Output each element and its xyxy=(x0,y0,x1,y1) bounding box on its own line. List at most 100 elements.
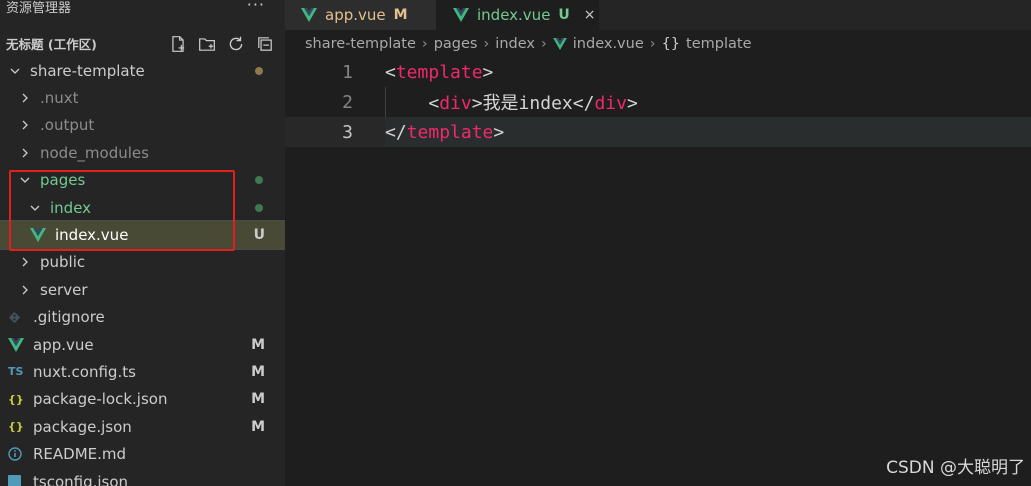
tree-item[interactable]: {} package-lock.json M xyxy=(0,386,285,413)
breadcrumb-item[interactable]: share-template xyxy=(305,36,416,52)
tree-item[interactable]: .nuxt xyxy=(0,84,285,111)
braces-icon: {} xyxy=(661,36,681,52)
code-token: </ xyxy=(572,93,595,114)
ellipsis-icon[interactable]: ··· xyxy=(247,0,265,14)
new-file-icon[interactable] xyxy=(166,33,190,55)
explorer-title: 资源管理器 xyxy=(6,1,72,16)
tab-index-vue[interactable]: index.vue U × xyxy=(437,0,599,30)
code-line[interactable]: 3 </template> xyxy=(285,117,1031,147)
tree-item[interactable]: tsconfig.json xyxy=(0,468,285,486)
new-folder-icon[interactable] xyxy=(195,33,219,55)
tree-item[interactable]: app.vue M xyxy=(0,331,285,358)
code-editor[interactable]: 1 <template> 2 <div>我是index</div> 3 </templa… xyxy=(285,57,1031,486)
breadcrumb: share-template › pages › index › index.v… xyxy=(305,31,752,57)
tree-item-label: package-lock.json xyxy=(33,390,168,409)
collapse-all-icon[interactable] xyxy=(253,33,277,55)
tree-item[interactable]: public xyxy=(0,249,285,276)
tree-item[interactable]: .output xyxy=(0,112,285,139)
git-status-badge: U xyxy=(253,227,265,244)
tree-item-label: node_modules xyxy=(40,143,149,162)
code-text: <template> xyxy=(385,62,493,83)
tab-status-badge: M xyxy=(393,7,408,23)
chevron-right-icon[interactable] xyxy=(16,89,34,107)
editor-tabs: app.vue M index.vue U × xyxy=(285,0,1031,30)
git-status-dot xyxy=(255,66,263,75)
line-number: 3 xyxy=(342,121,353,143)
tree-item-label: server xyxy=(40,280,88,299)
tree-item-label: package.json xyxy=(33,417,132,436)
git-status-badge: M xyxy=(251,418,265,435)
line-number: 2 xyxy=(342,91,353,113)
tree-item-label: pages xyxy=(40,171,86,190)
tree-item[interactable]: node_modules xyxy=(0,139,285,166)
tree-item-label: .gitignore xyxy=(33,308,105,327)
tree-item[interactable]: share-template xyxy=(0,57,285,84)
code-text: </template> xyxy=(385,122,504,143)
code-token: > xyxy=(493,121,505,143)
refresh-icon[interactable] xyxy=(224,33,248,55)
tree-item-label: share-template xyxy=(30,61,145,80)
typescript-icon: TS xyxy=(8,365,24,379)
tree-item[interactable]: .gitignore xyxy=(0,304,285,331)
tag-name-token: div xyxy=(594,93,627,114)
vue-icon xyxy=(8,336,28,354)
git-icon xyxy=(8,308,28,326)
code-text: <div>我是index</div> xyxy=(385,89,638,115)
watermark: CSDN @大聪明了 xyxy=(886,458,1025,478)
chevron-down-icon[interactable] xyxy=(6,62,24,80)
tree-item[interactable]: server xyxy=(0,276,285,303)
tree-item[interactable]: index xyxy=(0,194,285,221)
chevron-right-icon[interactable] xyxy=(16,144,34,162)
json-icon: {} xyxy=(8,420,24,434)
code-line[interactable]: 1 <template> xyxy=(285,57,1031,87)
chevron-down-icon[interactable] xyxy=(16,171,34,189)
git-status-badge: M xyxy=(251,336,265,353)
tree-item-label: .nuxt xyxy=(40,89,79,108)
tree-item[interactable]: index.vue U xyxy=(0,220,285,250)
breadcrumb-item[interactable]: index xyxy=(495,36,535,52)
tree-item[interactable]: README.md xyxy=(0,440,285,467)
tab-status-badge: U xyxy=(558,7,570,23)
chevron-down-icon[interactable] xyxy=(26,199,44,217)
tree-item-label: tsconfig.json xyxy=(33,472,129,486)
vue-icon xyxy=(453,8,469,22)
chevron-right-icon[interactable] xyxy=(16,253,34,271)
breadcrumb-item[interactable]: index.vue xyxy=(573,36,644,52)
explorer-sidebar: 资源管理器 ··· 无标题 (工作区) share-template .nuxt.… xyxy=(0,0,285,486)
close-icon[interactable]: × xyxy=(584,7,596,23)
tree-item-label: index.vue xyxy=(55,226,129,245)
tree-item[interactable]: {} package.json M xyxy=(0,413,285,440)
vue-icon xyxy=(552,38,567,50)
code-token: > xyxy=(471,93,483,114)
git-status-dot xyxy=(255,176,263,185)
info-icon xyxy=(8,445,28,463)
explorer-actions xyxy=(166,30,277,57)
tag-name-token: template xyxy=(406,121,494,143)
tree-item[interactable]: TS nuxt.config.ts M xyxy=(0,358,285,385)
breadcrumb-item[interactable]: template xyxy=(686,36,751,52)
tsconfig-icon xyxy=(8,473,28,486)
code-line[interactable]: 2 <div>我是index</div> xyxy=(285,87,1031,117)
json-icon: {} xyxy=(8,392,24,406)
code-token: </ xyxy=(385,121,407,143)
chevron-right-icon: › xyxy=(540,36,547,52)
tree-item-label: nuxt.config.ts xyxy=(33,362,136,381)
file-tree: share-template .nuxt .output node_modulespa… xyxy=(0,57,285,486)
chevron-right-icon[interactable] xyxy=(16,281,34,299)
tab-app-vue[interactable]: app.vue M xyxy=(285,0,437,30)
breadcrumb-item[interactable]: pages xyxy=(434,36,478,52)
tree-item-label: app.vue xyxy=(33,335,94,354)
code-token: < xyxy=(428,93,440,114)
code-token: 我是index xyxy=(482,93,573,114)
chevron-right-icon: › xyxy=(421,36,428,52)
tree-item-label: .output xyxy=(40,116,95,135)
chevron-right-icon[interactable] xyxy=(16,116,34,134)
code-token: > xyxy=(626,93,638,114)
vue-icon xyxy=(301,8,317,22)
tree-item-label: README.md xyxy=(33,445,127,464)
tree-item[interactable]: pages xyxy=(0,167,285,194)
tab-label: app.vue xyxy=(325,6,386,24)
tree-item-label: public xyxy=(40,253,86,272)
code-token: > xyxy=(482,61,494,83)
